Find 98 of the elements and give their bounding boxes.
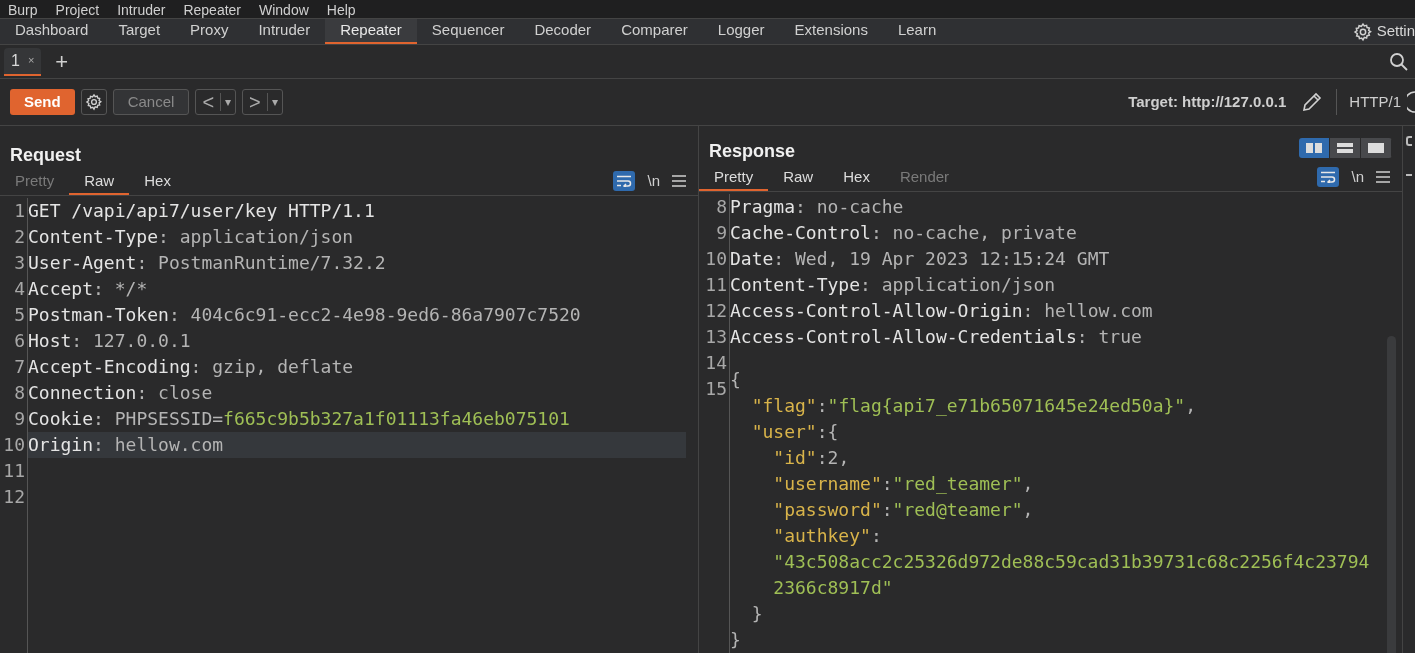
editor-tab[interactable]: Raw bbox=[69, 170, 130, 195]
menu-item[interactable]: Project bbox=[55, 2, 100, 18]
two-rows-icon bbox=[1337, 143, 1353, 153]
repeater-tab[interactable]: 1 × bbox=[4, 47, 42, 76]
code-line: "password":"red@teamer", bbox=[772, 498, 1035, 522]
protocol-label[interactable]: HTTP/1 bbox=[1349, 90, 1401, 114]
code-line: Accept: */* bbox=[28, 276, 149, 301]
code-line: "authkey": bbox=[772, 524, 883, 548]
menu-item[interactable]: Burp bbox=[8, 2, 38, 18]
new-tab-button[interactable]: + bbox=[51, 50, 73, 73]
nav-tab[interactable]: Sequencer bbox=[416, 19, 520, 44]
line-number: 1 bbox=[13, 198, 26, 223]
menu-item[interactable]: Repeater bbox=[183, 2, 241, 18]
menu-item[interactable]: Window bbox=[259, 2, 309, 18]
line-number: 5 bbox=[13, 302, 26, 327]
code-line: GET /vapi/api7/user/key HTTP/1.1 bbox=[28, 198, 376, 223]
line-number: 14 bbox=[704, 350, 728, 375]
line-number: 2 bbox=[13, 224, 26, 249]
code-line: Content-Type: application/json bbox=[28, 224, 355, 249]
code-line: "flag":"flag{api7_e71b65071645e24ed50a}", bbox=[750, 394, 1197, 418]
code-line: Cookie: PHPSESSID=f665c9b5b327a1f01113fa46eb075101 bbox=[28, 406, 571, 431]
menu-item[interactable]: Help bbox=[326, 2, 356, 18]
line-number: 7 bbox=[13, 354, 26, 379]
line-number: 11 bbox=[2, 458, 26, 483]
newline-toggle[interactable]: \n bbox=[647, 170, 660, 193]
search-icon[interactable] bbox=[1389, 51, 1409, 72]
layout-button[interactable] bbox=[1361, 138, 1392, 158]
nav-tab[interactable]: Intruder bbox=[243, 19, 326, 44]
wrap-lines-toggle[interactable] bbox=[613, 171, 636, 192]
editor-tab[interactable]: Hex bbox=[828, 166, 885, 191]
wrap-lines-toggle[interactable] bbox=[1317, 167, 1340, 188]
code-line: Content-Type: application/json bbox=[730, 272, 1057, 297]
nav-tab[interactable]: Dashboard bbox=[0, 19, 104, 44]
line-number: 12 bbox=[2, 484, 26, 509]
code-line: "username":"red_teamer", bbox=[772, 472, 1035, 496]
line-number: 4 bbox=[13, 276, 26, 301]
nav-tab[interactable]: Proxy bbox=[175, 19, 244, 44]
editor-tab[interactable]: Hex bbox=[129, 170, 186, 195]
nav-tab[interactable]: Learn bbox=[882, 19, 952, 44]
line-number: 9 bbox=[715, 220, 728, 245]
code-line: 2366c8917d" bbox=[772, 576, 894, 600]
forward-button[interactable]: > bbox=[243, 92, 267, 112]
line-number: 8 bbox=[13, 380, 26, 405]
forward-history-dropdown[interactable]: ▾ bbox=[266, 93, 282, 111]
code-line: Access-Control-Allow-Origin: hellow.com bbox=[730, 298, 1154, 323]
code-line: User-Agent: PostmanRuntime/7.32.2 bbox=[28, 250, 387, 275]
code-line: Accept-Encoding: gzip, deflate bbox=[28, 354, 355, 379]
line-number: 15 bbox=[704, 376, 728, 401]
layout-button[interactable] bbox=[1299, 138, 1330, 158]
line-number: 9 bbox=[13, 406, 26, 431]
nav-tab[interactable]: Comparer bbox=[606, 19, 703, 44]
code-line: "id":2, bbox=[772, 446, 851, 470]
code-line: Connection: close bbox=[28, 380, 214, 405]
settings-tab[interactable]: Settin bbox=[1376, 20, 1415, 43]
code-line: Date: Wed, 19 Apr 2023 12:15:24 GMT bbox=[730, 246, 1111, 271]
code-line: } bbox=[750, 602, 764, 626]
code-line: Pragma: no-cache bbox=[730, 194, 905, 219]
code-line: Cache-Control: no-cache, private bbox=[730, 220, 1078, 245]
code-line: "43c508acc2c25326d972de88c59cad31b39731c68c2256f4c23794 bbox=[772, 550, 1371, 574]
code-line: } bbox=[730, 628, 742, 652]
single-pane-icon bbox=[1368, 143, 1384, 153]
code-line: Host: 127.0.0.1 bbox=[28, 328, 192, 353]
code-line: "user":{ bbox=[750, 420, 840, 444]
nav-tab[interactable]: Logger bbox=[702, 19, 780, 44]
target-label: Target: http://127.0.0.1 bbox=[1128, 91, 1287, 112]
side-tool-icon[interactable] bbox=[1406, 136, 1412, 146]
editor-tab[interactable]: Raw bbox=[768, 166, 829, 191]
close-tab-button[interactable]: × bbox=[27, 52, 35, 69]
code-line: { bbox=[730, 368, 742, 392]
nav-tab[interactable]: Repeater bbox=[325, 19, 417, 44]
line-number: 10 bbox=[2, 432, 26, 457]
line-number: 3 bbox=[13, 250, 26, 275]
settings-icon[interactable] bbox=[1352, 21, 1373, 42]
layout-button[interactable] bbox=[1330, 138, 1361, 158]
line-number: 12 bbox=[704, 298, 728, 323]
menu-item[interactable]: Intruder bbox=[117, 2, 166, 18]
back-button[interactable]: < bbox=[196, 92, 221, 112]
back-history-dropdown[interactable]: ▾ bbox=[220, 93, 236, 111]
line-number: 11 bbox=[704, 272, 728, 297]
line-number: 13 bbox=[704, 324, 728, 349]
line-number: 6 bbox=[13, 328, 26, 353]
editor-tab[interactable]: Pretty bbox=[699, 166, 769, 191]
tab-label[interactable]: 1 bbox=[11, 48, 20, 73]
gear-icon bbox=[84, 93, 103, 111]
menu-icon[interactable] bbox=[672, 175, 686, 188]
panel-title: Response bbox=[709, 140, 796, 162]
panel-title: Request bbox=[10, 144, 81, 166]
settings-button[interactable] bbox=[80, 89, 107, 115]
newline-toggle[interactable]: \n bbox=[1351, 166, 1364, 189]
nav-tab[interactable]: Decoder bbox=[519, 19, 607, 44]
line-number: 10 bbox=[704, 246, 728, 271]
code-line: Access-Control-Allow-Credentials: true bbox=[730, 324, 1143, 349]
nav-tab[interactable]: Extensions bbox=[779, 19, 883, 44]
line-number: 8 bbox=[715, 194, 728, 219]
two-columns-icon bbox=[1306, 143, 1322, 153]
code-line: Postman-Token: 404c6c91-ecc2-4e98-9ed6-86a7907c7520 bbox=[28, 302, 582, 327]
nav-tab[interactable]: Target bbox=[103, 19, 176, 44]
menu-icon[interactable] bbox=[1376, 171, 1390, 184]
